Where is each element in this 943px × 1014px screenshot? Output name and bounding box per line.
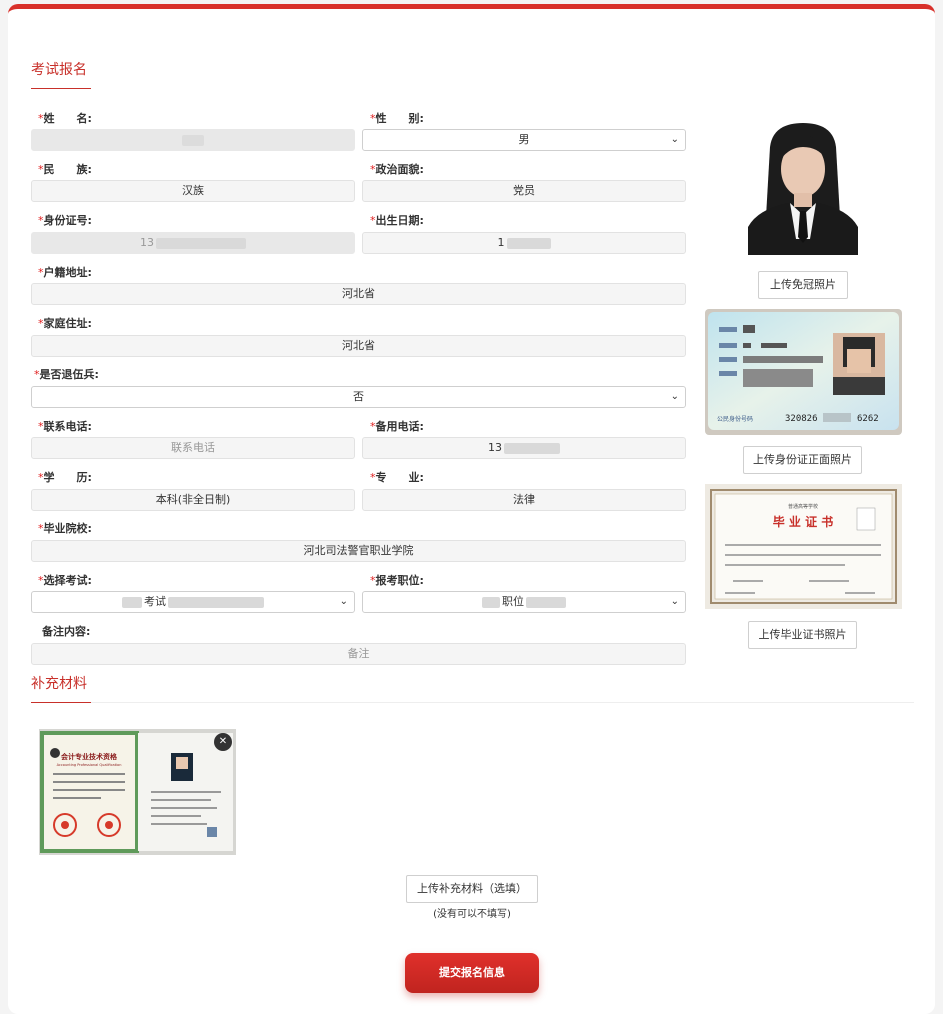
- backup-phone-input[interactable]: 13: [362, 437, 686, 459]
- hukou-input[interactable]: 河北省: [31, 283, 686, 305]
- political-input[interactable]: 党员: [362, 180, 686, 202]
- upload-supplementary-button[interactable]: 上传补充材料（选填）: [406, 875, 538, 903]
- education-input[interactable]: 本科(非全日制): [31, 489, 355, 511]
- label-ethnicity: *民 族:: [38, 163, 92, 176]
- certificate-thumbnail: 会计专业技术资格 Accounting Professional Qualifi…: [39, 729, 236, 855]
- label-id-number: *身份证号:: [38, 214, 92, 227]
- label-school: *毕业院校:: [38, 522, 92, 535]
- diploma-image: 普通高等学校 毕 业 证 书: [705, 484, 902, 609]
- section-underline: [31, 702, 91, 703]
- id-card-photo: 公民身份号码 320826 6262: [705, 309, 902, 435]
- home-input[interactable]: 河北省: [31, 335, 686, 357]
- label-gender: *性 别:: [370, 112, 424, 125]
- position-select[interactable]: 职位 ⌄: [362, 591, 686, 613]
- id-number-input[interactable]: 13: [31, 232, 355, 254]
- label-hukou: *户籍地址:: [38, 266, 92, 279]
- cert-title: 会计专业技术资格: [61, 752, 118, 761]
- major-input[interactable]: 法律: [362, 489, 686, 511]
- ethnicity-input[interactable]: 汉族: [31, 180, 355, 202]
- id-number-tail: 6262: [857, 414, 879, 424]
- diploma-title: 毕 业 证 书: [773, 514, 834, 529]
- exam-select[interactable]: 考试 ⌄: [31, 591, 355, 613]
- label-major: *专 业:: [370, 471, 424, 484]
- chevron-down-icon: ⌄: [670, 134, 679, 145]
- section-divider: [91, 702, 914, 703]
- registration-card: 考试报名 *姓 名: *性 别: 男 ⌄ *民 族: 汉族 *政治面貌: 党员 *…: [8, 4, 935, 1014]
- certificate-image: 会计专业技术资格 Accounting Professional Qualifi…: [39, 729, 236, 855]
- section-title-supplementary: 补充材料: [31, 676, 87, 692]
- label-phone: *联系电话:: [38, 420, 92, 433]
- school-input[interactable]: 河北司法警官职业学院: [31, 540, 686, 562]
- name-input[interactable]: [31, 129, 355, 151]
- label-exam: *选择考试:: [38, 574, 92, 587]
- birthdate-input[interactable]: 1: [362, 232, 686, 254]
- remark-input[interactable]: 备注: [31, 643, 686, 665]
- section-underline: [31, 88, 91, 89]
- label-position: *报考职位:: [370, 574, 424, 587]
- chevron-down-icon: ⌄: [670, 391, 679, 402]
- optional-note: (没有可以不填写): [433, 909, 511, 920]
- label-political: *政治面貌:: [370, 163, 424, 176]
- label-remark: 备注内容:: [42, 625, 91, 638]
- chevron-down-icon: ⌄: [670, 596, 679, 607]
- label-veteran: *是否退伍兵:: [34, 368, 99, 381]
- submit-registration-button[interactable]: 提交报名信息: [405, 953, 539, 993]
- label-home: *家庭住址:: [38, 317, 92, 330]
- diploma-school: 普通高等学校: [788, 503, 818, 510]
- label-education: *学 历:: [38, 471, 92, 484]
- id-card-image: 公民身份号码 320826 6262: [705, 309, 902, 435]
- diploma-photo: 普通高等学校 毕 业 证 书: [705, 484, 902, 609]
- label-birthdate: *出生日期:: [370, 214, 424, 227]
- upload-diploma-button[interactable]: 上传毕业证书照片: [748, 621, 857, 649]
- remove-attachment-close-icon[interactable]: ✕: [214, 733, 232, 751]
- phone-input[interactable]: 联系电话: [31, 437, 355, 459]
- cert-subtitle: Accounting Professional Qualification: [57, 763, 122, 767]
- upload-photo-button[interactable]: 上传免冠照片: [758, 271, 848, 299]
- id-number-label: 公民身份号码: [717, 415, 753, 423]
- veteran-select[interactable]: 否 ⌄: [31, 386, 686, 408]
- id-number-text: 320826: [785, 414, 818, 424]
- label-name: *姓 名:: [38, 112, 92, 125]
- chevron-down-icon: ⌄: [339, 596, 348, 607]
- portrait-photo: [748, 119, 858, 255]
- portrait-image: [748, 119, 858, 255]
- gender-select[interactable]: 男 ⌄: [362, 129, 686, 151]
- section-title-registration: 考试报名: [31, 62, 87, 78]
- upload-id-button[interactable]: 上传身份证正面照片: [743, 446, 862, 474]
- label-backup-phone: *备用电话:: [370, 420, 424, 433]
